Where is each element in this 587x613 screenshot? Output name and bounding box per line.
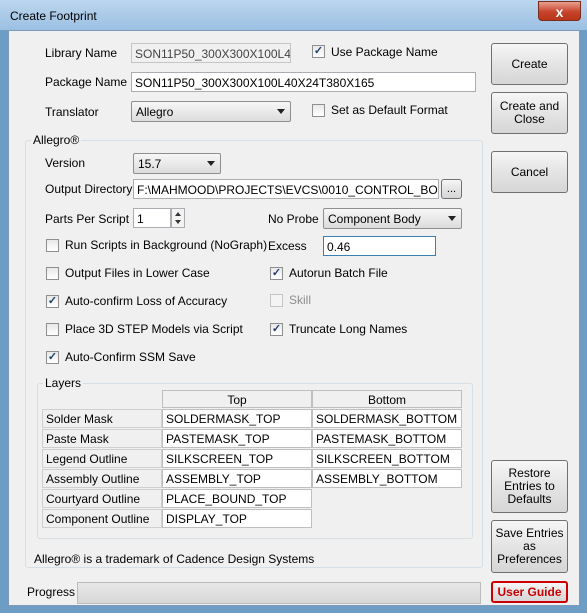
layer-bottom-cell[interactable]: SILKSCREEN_BOTTOM — [312, 449, 462, 468]
trademark-text: Allegro® is a trademark of Cadence Desig… — [34, 552, 315, 566]
truncate-names-checkbox[interactable]: ✓ — [270, 323, 283, 336]
run-scripts-background-label: Run Scripts in Background (NoGraph) — [65, 238, 268, 252]
step-models-label: Place 3D STEP Models via Script — [65, 322, 243, 336]
excess-field[interactable]: 0.46 — [323, 236, 436, 256]
lower-case-checkbox[interactable] — [46, 267, 59, 280]
chevron-down-icon — [277, 109, 285, 114]
window-title: Create Footprint — [10, 9, 97, 23]
library-name-label: Library Name — [45, 46, 118, 60]
package-name-field[interactable]: SON11P50_300X300X100L40X24T380X165 — [131, 72, 476, 92]
create-button[interactable]: Create — [491, 43, 568, 85]
checkmark-icon: ✓ — [313, 45, 324, 57]
autorun-batch-checkbox[interactable]: ✓ — [270, 267, 283, 280]
dialog-client-area: Library Name SON11P50_300X300X100L40X ✓ … — [8, 30, 580, 606]
ssm-save-checkbox[interactable]: ✓ — [46, 351, 59, 364]
output-directory-label: Output Directory — [45, 182, 133, 196]
create-button-label: Create — [511, 56, 548, 71]
layer-row-label: Assembly Outline — [42, 469, 162, 488]
layer-row-label: Courtyard Outline — [42, 489, 162, 508]
layer-bottom-cell[interactable]: PASTEMASK_BOTTOM — [312, 429, 462, 448]
cancel-button[interactable]: Cancel — [491, 151, 568, 193]
library-name-field[interactable]: SON11P50_300X300X100L40X — [131, 43, 291, 63]
layer-bottom-cell[interactable]: ASSEMBLY_BOTTOM — [312, 469, 462, 488]
close-icon: x — [555, 4, 564, 20]
parts-per-script-label: Parts Per Script — [45, 212, 130, 226]
progress-bar — [77, 582, 481, 604]
skill-checkbox — [270, 294, 283, 307]
translator-label: Translator — [45, 105, 99, 119]
layers-header-bottom: Bottom — [312, 390, 462, 408]
progress-label: Progress — [27, 585, 76, 599]
layer-row-label: Legend Outline — [42, 449, 162, 468]
user-guide-button[interactable]: User Guide — [491, 581, 568, 603]
restore-label-line3: Defaults — [507, 492, 552, 506]
step-models-checkbox[interactable] — [46, 323, 59, 336]
browse-button[interactable]: ... — [441, 179, 462, 199]
checkmark-icon: ✓ — [271, 323, 282, 335]
set-default-format-label: Set as Default Format — [331, 103, 448, 117]
version-label: Version — [45, 156, 86, 170]
truncate-names-label: Truncate Long Names — [289, 322, 408, 336]
title-bar: Create Footprint x — [0, 0, 587, 30]
excess-label: Excess — [268, 239, 307, 253]
allegro-group-title: Allegro® — [31, 133, 82, 147]
checkmark-icon: ✓ — [47, 295, 58, 307]
layer-top-cell[interactable]: SILKSCREEN_TOP — [162, 449, 312, 468]
no-probe-label: No Probe — [268, 212, 319, 226]
close-button[interactable]: x — [538, 1, 581, 21]
use-package-name-label: Use Package Name — [331, 45, 438, 59]
checkmark-icon: ✓ — [271, 267, 282, 279]
translator-select[interactable]: Allegro — [131, 101, 291, 122]
no-probe-select[interactable]: Component Body — [323, 208, 462, 229]
layer-top-cell[interactable]: SOLDERMASK_TOP — [162, 409, 312, 428]
layer-top-cell[interactable]: DISPLAY_TOP — [162, 509, 312, 528]
create-and-close-label-line2: Close — [514, 112, 545, 126]
create-and-close-button[interactable]: Create and Close — [491, 92, 568, 134]
skill-label: Skill — [289, 293, 312, 307]
set-default-format-checkbox[interactable] — [312, 104, 325, 117]
checkmark-icon: ✓ — [47, 351, 58, 363]
version-select[interactable]: 15.7 — [133, 153, 221, 174]
layer-bottom-cell[interactable]: SOLDERMASK_BOTTOM — [312, 409, 462, 428]
run-scripts-background-checkbox[interactable] — [46, 239, 59, 252]
lower-case-label: Output Files in Lower Case — [65, 266, 210, 280]
chevron-down-icon — [207, 161, 215, 166]
spin-down-icon[interactable] — [175, 220, 181, 224]
output-directory-field[interactable]: F:\MAHMOOD\PROJECTS\EVCS\0010_CONTROL_BO… — [133, 179, 439, 199]
use-package-name-checkbox[interactable]: ✓ — [312, 45, 325, 58]
spin-up-icon[interactable] — [175, 212, 181, 216]
cancel-button-label: Cancel — [510, 164, 549, 179]
restore-defaults-button[interactable]: Restore Entries to Defaults — [491, 460, 568, 513]
layer-row-label: Solder Mask — [42, 409, 162, 428]
layer-top-cell[interactable]: ASSEMBLY_TOP — [162, 469, 312, 488]
no-probe-value: Component Body — [328, 212, 421, 226]
parts-per-script-field[interactable]: 1 — [133, 208, 171, 228]
layer-row-label: Paste Mask — [42, 429, 162, 448]
layer-row-label: Component Outline — [42, 509, 162, 528]
save-label-line3: Preferences — [497, 552, 562, 566]
chevron-down-icon — [448, 216, 456, 221]
package-name-label: Package Name — [45, 75, 128, 89]
user-guide-label: User Guide — [497, 584, 562, 599]
version-value: 15.7 — [138, 157, 162, 171]
parts-per-script-spinner[interactable] — [171, 208, 185, 228]
autorun-batch-label: Autorun Batch File — [289, 266, 388, 280]
translator-value: Allegro — [136, 105, 174, 119]
browse-button-label: ... — [446, 182, 457, 195]
layer-top-cell[interactable]: PASTEMASK_TOP — [162, 429, 312, 448]
auto-confirm-accuracy-checkbox[interactable]: ✓ — [46, 295, 59, 308]
layer-top-cell[interactable]: PLACE_BOUND_TOP — [162, 489, 312, 508]
save-preferences-button[interactable]: Save Entries as Preferences — [491, 520, 568, 573]
auto-confirm-accuracy-label: Auto-confirm Loss of Accuracy — [65, 294, 228, 308]
layers-group-title: Layers — [43, 376, 84, 390]
ssm-save-label: Auto-Confirm SSM Save — [65, 350, 196, 364]
layers-header-top: Top — [162, 390, 312, 408]
